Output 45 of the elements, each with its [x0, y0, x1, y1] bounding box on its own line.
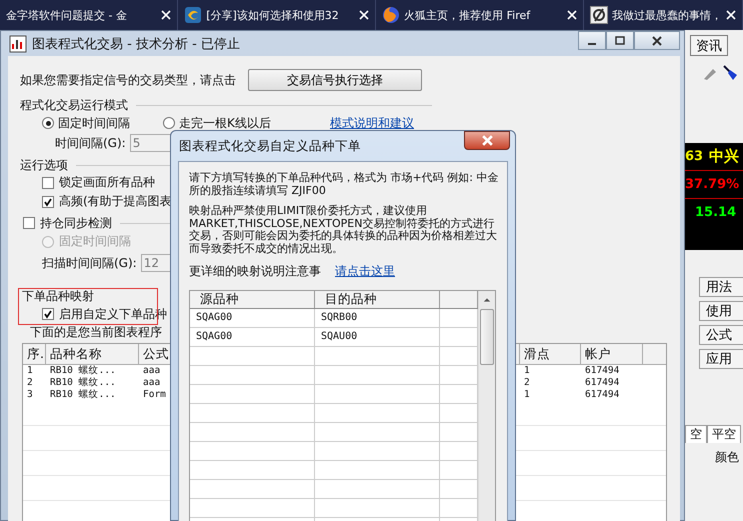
table-cell-text: Form [142, 389, 167, 401]
table-cell-text: aaa [142, 365, 162, 377]
table-cell: SQAU00 [315, 328, 440, 346]
column-header: 序. [23, 344, 46, 364]
change-percent: 37.79% [685, 177, 740, 192]
stock-name: 中兴 [709, 147, 740, 166]
tab-title: 我做过最愚蠢的事情， [612, 8, 722, 22]
table-cell-text: RB10 螺纹... [49, 365, 117, 377]
color-label: 颜色 [715, 450, 739, 465]
table-cell-text: aaa [142, 377, 162, 389]
table-cell-text: RB10 螺纹... [49, 377, 117, 389]
field-label: 扫描时间间隔(G): [42, 254, 137, 272]
table-cell-text: 1 [523, 365, 531, 377]
instruction-text: 映射品种严禁使用LIMIT限价委托方式，建议使用MARKET,THISCLOSE,NEXTOPEN交易控制符委托的方式进行交易，否则可能会因为委托的具体转换的品种因为价格相差过大而导致委托不成交的情况出现。 [189, 205, 498, 255]
field-label: 时间间隔(G): [55, 134, 126, 152]
note-text: 下面的是您当前图表程序 [30, 324, 162, 338]
column-header: 源品种 [190, 291, 315, 308]
table-cell: SQRB00 [315, 309, 440, 327]
group-label: 下单品种映射 [22, 288, 94, 304]
table-cell-text: 2 [523, 377, 531, 389]
column-header: 目的品种 [315, 291, 440, 308]
table-cell-text: 3 [26, 389, 34, 401]
table-cell-text: RB10 螺纹... [49, 389, 117, 401]
prompt-text: 如果您需要指定信号的交易类型，请点击 [20, 72, 236, 88]
instruction-text: 请下方填写转换的下单品种代码，格式为 市场+代码 例如: 中金所的股指连续请填写 ZJIF00 [189, 172, 500, 197]
stock-code: 63 [685, 149, 704, 164]
table-cell-text: 617494 [584, 365, 620, 377]
table-cell-text: 2 [26, 377, 34, 389]
tab-title: [分享]该如何选择和使用32 [206, 8, 340, 22]
window-title: 图表程式化交易 - 技术分析 - 已停止 [32, 36, 240, 52]
group-label: 运行选项 [20, 156, 68, 174]
column-header: 帐户 [581, 344, 643, 364]
detail-label: 更详细的映射说明注意事 [189, 263, 321, 280]
table-cell-text: 1 [26, 365, 34, 377]
price: 15.14 [695, 205, 736, 220]
column-header: 品种名称 [46, 344, 139, 364]
tab-title: 火狐主页，推荐使用 Firef [404, 8, 532, 22]
group-label: 程式化交易运行模式 [20, 96, 128, 114]
table-cell-text: 1 [523, 389, 531, 401]
table-cell: SQAG00 [190, 328, 315, 346]
table-cell-text: 617494 [584, 389, 620, 401]
column-header: 滑点 [520, 344, 581, 364]
table-cell-text: 617494 [584, 377, 620, 389]
tab-title: 金字塔软件问题提交 - 金 [6, 8, 128, 22]
table-cell: SQAG00 [190, 309, 315, 327]
